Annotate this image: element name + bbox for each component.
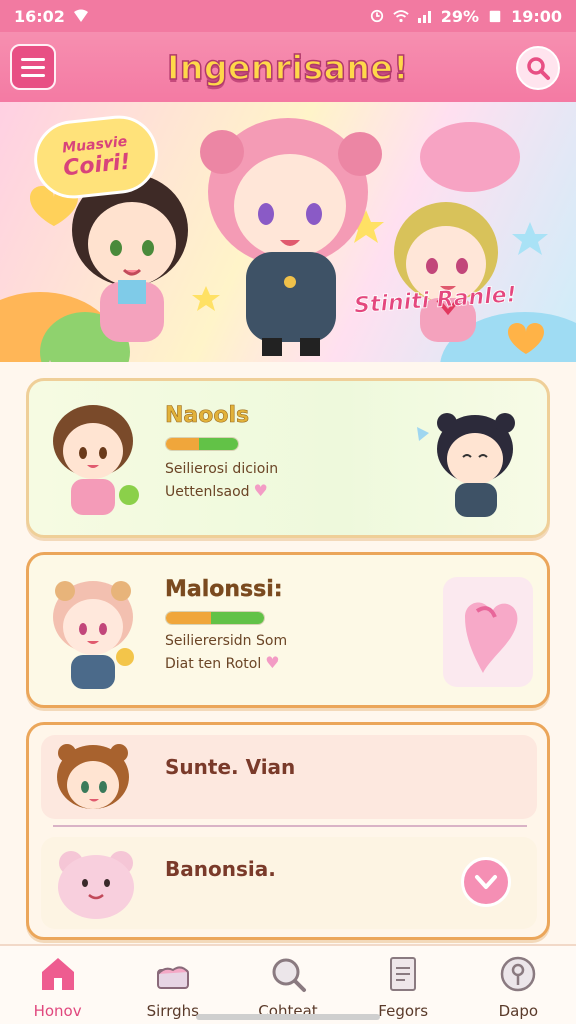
nav-label: Fegors (378, 1002, 429, 1020)
character-card[interactable]: Naools Seilierosi dicioin Uettenlsaod ♥ (26, 378, 550, 538)
app-bar: Ingenrisane! (0, 32, 576, 102)
divider (53, 825, 527, 827)
bear-avatar (58, 851, 134, 919)
list-card: Sunte. Vian Banonsia. (26, 722, 550, 940)
alarm-icon (370, 9, 383, 23)
nav-pages[interactable]: Fegors (353, 952, 453, 1020)
character-card[interactable]: Malonssi: Seilierersidn Som Diat ten Rot… (26, 552, 550, 708)
progress-bar (165, 611, 265, 625)
nav-content[interactable]: Cohteat (238, 952, 338, 1020)
heart-icon: ♥ (253, 481, 268, 500)
search-button[interactable] (516, 46, 560, 90)
chevron-down-icon (475, 875, 497, 889)
list-item[interactable]: Banonsia. (41, 837, 537, 929)
app-title: Ingenrisane! (166, 47, 409, 88)
nav-label: Sirrghs (146, 1002, 199, 1020)
list-item[interactable]: Sunte. Vian (41, 735, 537, 819)
location-icon (73, 9, 88, 22)
search-icon (266, 952, 310, 996)
card-title: Naools (165, 403, 250, 429)
pin-icon (496, 952, 540, 996)
star-icon (512, 222, 548, 255)
status-clock: 19:00 (511, 6, 562, 26)
bottom-nav: Honov Sirrghs Cohteat Fegors Dapo (0, 944, 576, 1024)
list-item-label: Banonsia. (165, 857, 276, 881)
star-icon (49, 360, 51, 362)
hamburger-line (21, 65, 45, 69)
star-icon (192, 286, 220, 311)
card-status-text: Uettenlsaod (165, 484, 250, 500)
nav-profile[interactable]: Dapo (468, 952, 568, 1020)
progress-bar (165, 437, 239, 451)
status-time: 16:02 (14, 6, 65, 26)
card-subtitle: Seilierosi dicioin (165, 461, 279, 477)
battery-icon (489, 10, 501, 23)
card-status-text: Diat ten Rotol (165, 656, 262, 672)
heart-sticker-icon (465, 602, 518, 673)
card-status: Uettenlsaod ♥ (165, 481, 268, 500)
list-item-label: Sunte. Vian (165, 755, 296, 779)
menu-button[interactable] (10, 44, 56, 90)
hero-banner[interactable]: Muasvie Coiri! Stiniti Ranle! (0, 102, 576, 362)
character-avatar (53, 581, 134, 689)
sticker-panel (443, 577, 533, 687)
card-subtitle: Seilierersidn Som (165, 633, 288, 649)
cake-icon (151, 952, 195, 996)
home-indicator[interactable] (196, 1014, 380, 1020)
hamburger-line (21, 57, 45, 61)
character-avatar (53, 405, 139, 515)
document-icon (381, 952, 425, 996)
card-title: Malonssi: (165, 577, 283, 602)
progress-fill (166, 612, 264, 624)
status-bar: 16:02 29% 19:00 (0, 0, 576, 32)
search-icon (527, 57, 550, 80)
nav-label: Dapo (498, 1002, 539, 1020)
nav-songs[interactable]: Sirrghs (123, 952, 223, 1020)
home-icon (36, 952, 80, 996)
list-avatar (57, 744, 129, 809)
character-companion (417, 413, 515, 517)
nav-label: Honov (33, 1002, 82, 1020)
signal-icon (417, 11, 431, 23)
heart-icon: ♥ (265, 653, 280, 672)
battery-percent: 29% (440, 6, 480, 26)
card-status: Diat ten Rotol ♥ (165, 653, 280, 672)
nav-home[interactable]: Honov (8, 952, 108, 1020)
progress-fill (166, 438, 238, 450)
select-button[interactable] (461, 857, 511, 907)
wifi-icon (393, 10, 409, 23)
hamburger-line (21, 73, 45, 77)
